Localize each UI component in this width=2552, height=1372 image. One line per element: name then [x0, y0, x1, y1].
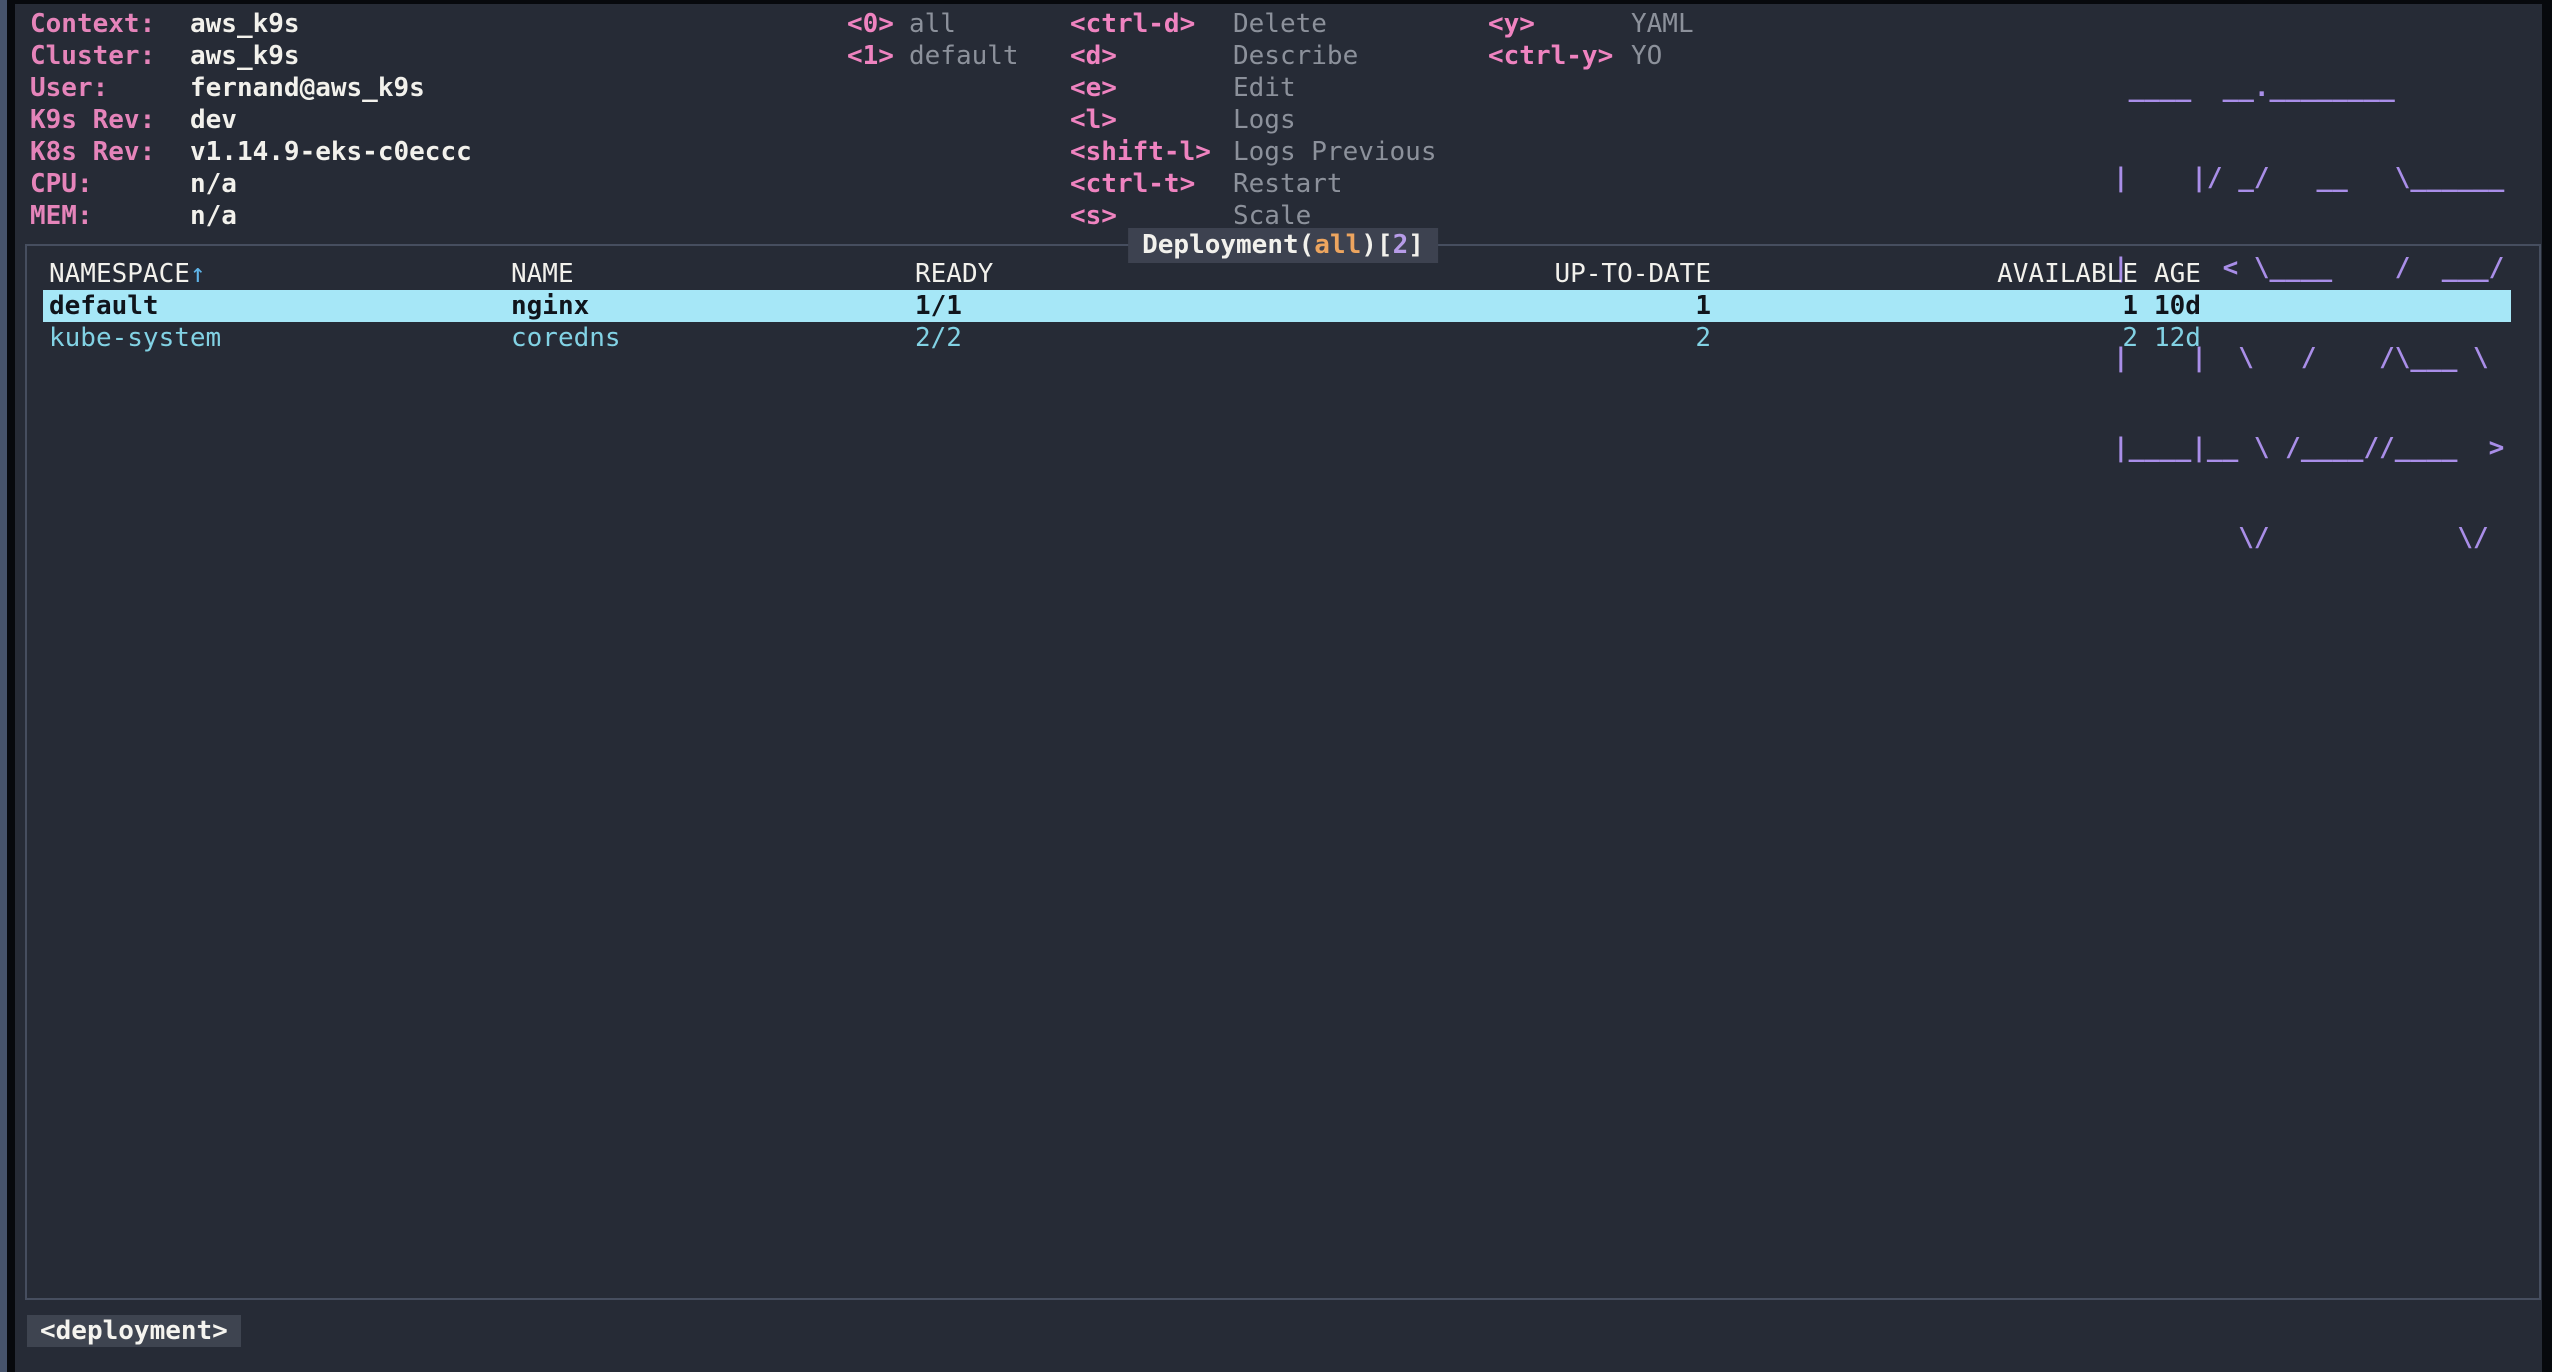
hotkey-key: <l>	[1070, 104, 1233, 136]
hotkey-key: <e>	[1070, 72, 1233, 104]
title-mid: )[	[1361, 230, 1392, 260]
cell-up-to-date: 2	[1551, 322, 1711, 354]
hotkey-item: <d>Describe	[1070, 40, 1358, 72]
hotkey-key: <shift-l>	[1070, 136, 1233, 168]
info-value: v1.14.9-eks-c0eccc	[190, 137, 472, 167]
cell-ready: 1/1	[915, 290, 1551, 322]
info-value: aws_k9s	[190, 9, 300, 39]
hotkey-key: <ctrl-d>	[1070, 8, 1233, 40]
cell-available: 2	[1711, 322, 2138, 354]
hotkey-item: <e>Edit	[1070, 72, 1296, 104]
hotkey-label: Restart	[1233, 169, 1343, 199]
table-row[interactable]: default nginx 1/1 1 1 10d	[43, 290, 2511, 322]
hotkey-item: <l>Logs	[1070, 104, 1296, 136]
info-row-user: User:fernand@aws_k9s	[30, 72, 425, 104]
sort-ascending-icon: ↑	[190, 259, 206, 289]
info-label: Cluster:	[30, 40, 190, 72]
hotkey-label: Edit	[1233, 73, 1296, 103]
hotkey-item: <ctrl-d>Delete	[1070, 8, 1327, 40]
title-scope: all	[1314, 230, 1361, 260]
hotkey-label: default	[909, 41, 1019, 71]
column-header-namespace: NAMESPACE↑	[49, 258, 511, 290]
hotkey-label: YAML	[1631, 9, 1694, 39]
info-row-k8s-rev: K8s Rev:v1.14.9-eks-c0eccc	[30, 136, 472, 168]
column-header-available: AVAILABLE	[1711, 258, 2138, 290]
k9s-terminal: Context:aws_k9s Cluster:aws_k9s User:fer…	[0, 0, 2552, 1372]
info-row-cpu: CPU:n/a	[30, 168, 237, 200]
hotkey-label: Logs	[1233, 105, 1296, 135]
cell-age: 10d	[2154, 290, 2511, 322]
cell-age: 12d	[2154, 322, 2511, 354]
info-label: MEM:	[30, 200, 190, 232]
info-label: User:	[30, 72, 190, 104]
cell-up-to-date: 1	[1551, 290, 1711, 322]
hotkey-label: Delete	[1233, 9, 1327, 39]
column-header-up-to-date: UP-TO-DATE	[1551, 258, 1711, 290]
info-row-context: Context:aws_k9s	[30, 8, 300, 40]
info-label: CPU:	[30, 168, 190, 200]
column-header-age: AGE	[2154, 258, 2511, 290]
table-row[interactable]: kube-system coredns 2/2 2 2 12d	[43, 322, 2511, 354]
info-row-cluster: Cluster:aws_k9s	[30, 40, 300, 72]
title-resource: Deployment(	[1142, 230, 1314, 260]
info-value: fernand@aws_k9s	[190, 73, 425, 103]
cell-namespace: default	[49, 290, 511, 322]
info-value: aws_k9s	[190, 41, 300, 71]
cell-ready: 2/2	[915, 322, 1551, 354]
cell-name: nginx	[511, 290, 915, 322]
hotkey-label: Describe	[1233, 41, 1358, 71]
hotkey-label: all	[909, 9, 956, 39]
hotkey-key: <0>	[847, 8, 909, 40]
hotkey-key: <ctrl-t>	[1070, 168, 1233, 200]
cell-available: 1	[1711, 290, 2138, 322]
window-top-edge	[15, 0, 2552, 4]
hotkey-item: <0>all	[847, 8, 956, 40]
logo-line: | |/ _/ __ \______	[2113, 163, 2504, 193]
hotkey-label: Scale	[1233, 201, 1311, 231]
hotkey-label: Logs Previous	[1233, 137, 1437, 167]
cell-name: coredns	[511, 322, 915, 354]
info-label: K8s Rev:	[30, 136, 190, 168]
window-left-edge	[0, 0, 7, 1372]
deployments-table: NAMESPACE↑ NAME READY UP-TO-DATE AVAILAB…	[27, 258, 2539, 354]
cell-namespace: kube-system	[49, 322, 511, 354]
info-label: Context:	[30, 8, 190, 40]
info-value: n/a	[190, 201, 237, 231]
info-label: K9s Rev:	[30, 104, 190, 136]
breadcrumb-deployment: <deployment>	[27, 1315, 241, 1347]
table-title-badge: Deployment(all)[2]	[1128, 228, 1438, 263]
info-value: n/a	[190, 169, 237, 199]
hotkey-key: <y>	[1488, 8, 1631, 40]
hotkey-key: <d>	[1070, 40, 1233, 72]
window-right-edge	[2542, 0, 2552, 1372]
hotkey-item: <1>default	[847, 40, 1019, 72]
column-header-name: NAME	[511, 258, 915, 290]
hotkey-item: <y>YAML	[1488, 8, 1694, 40]
hotkey-item: <shift-l>Logs Previous	[1070, 136, 1437, 168]
hotkey-item: <ctrl-y>YO	[1488, 40, 1662, 72]
info-row-mem: MEM:n/a	[30, 200, 237, 232]
hotkey-key: <ctrl-y>	[1488, 40, 1631, 72]
info-row-k9s-rev: K9s Rev:dev	[30, 104, 237, 136]
hotkey-label: YO	[1631, 41, 1662, 71]
window-left-gutter	[7, 0, 15, 1372]
deployments-panel: Deployment(all)[2] NAMESPACE↑ NAME READY…	[25, 244, 2541, 1300]
hotkey-item: <ctrl-t>Restart	[1070, 168, 1343, 200]
title-suffix: ]	[1408, 230, 1424, 260]
info-value: dev	[190, 105, 237, 135]
logo-line: ____ __.________	[2113, 73, 2504, 103]
hotkey-key: <1>	[847, 40, 909, 72]
title-count: 2	[1393, 230, 1409, 260]
